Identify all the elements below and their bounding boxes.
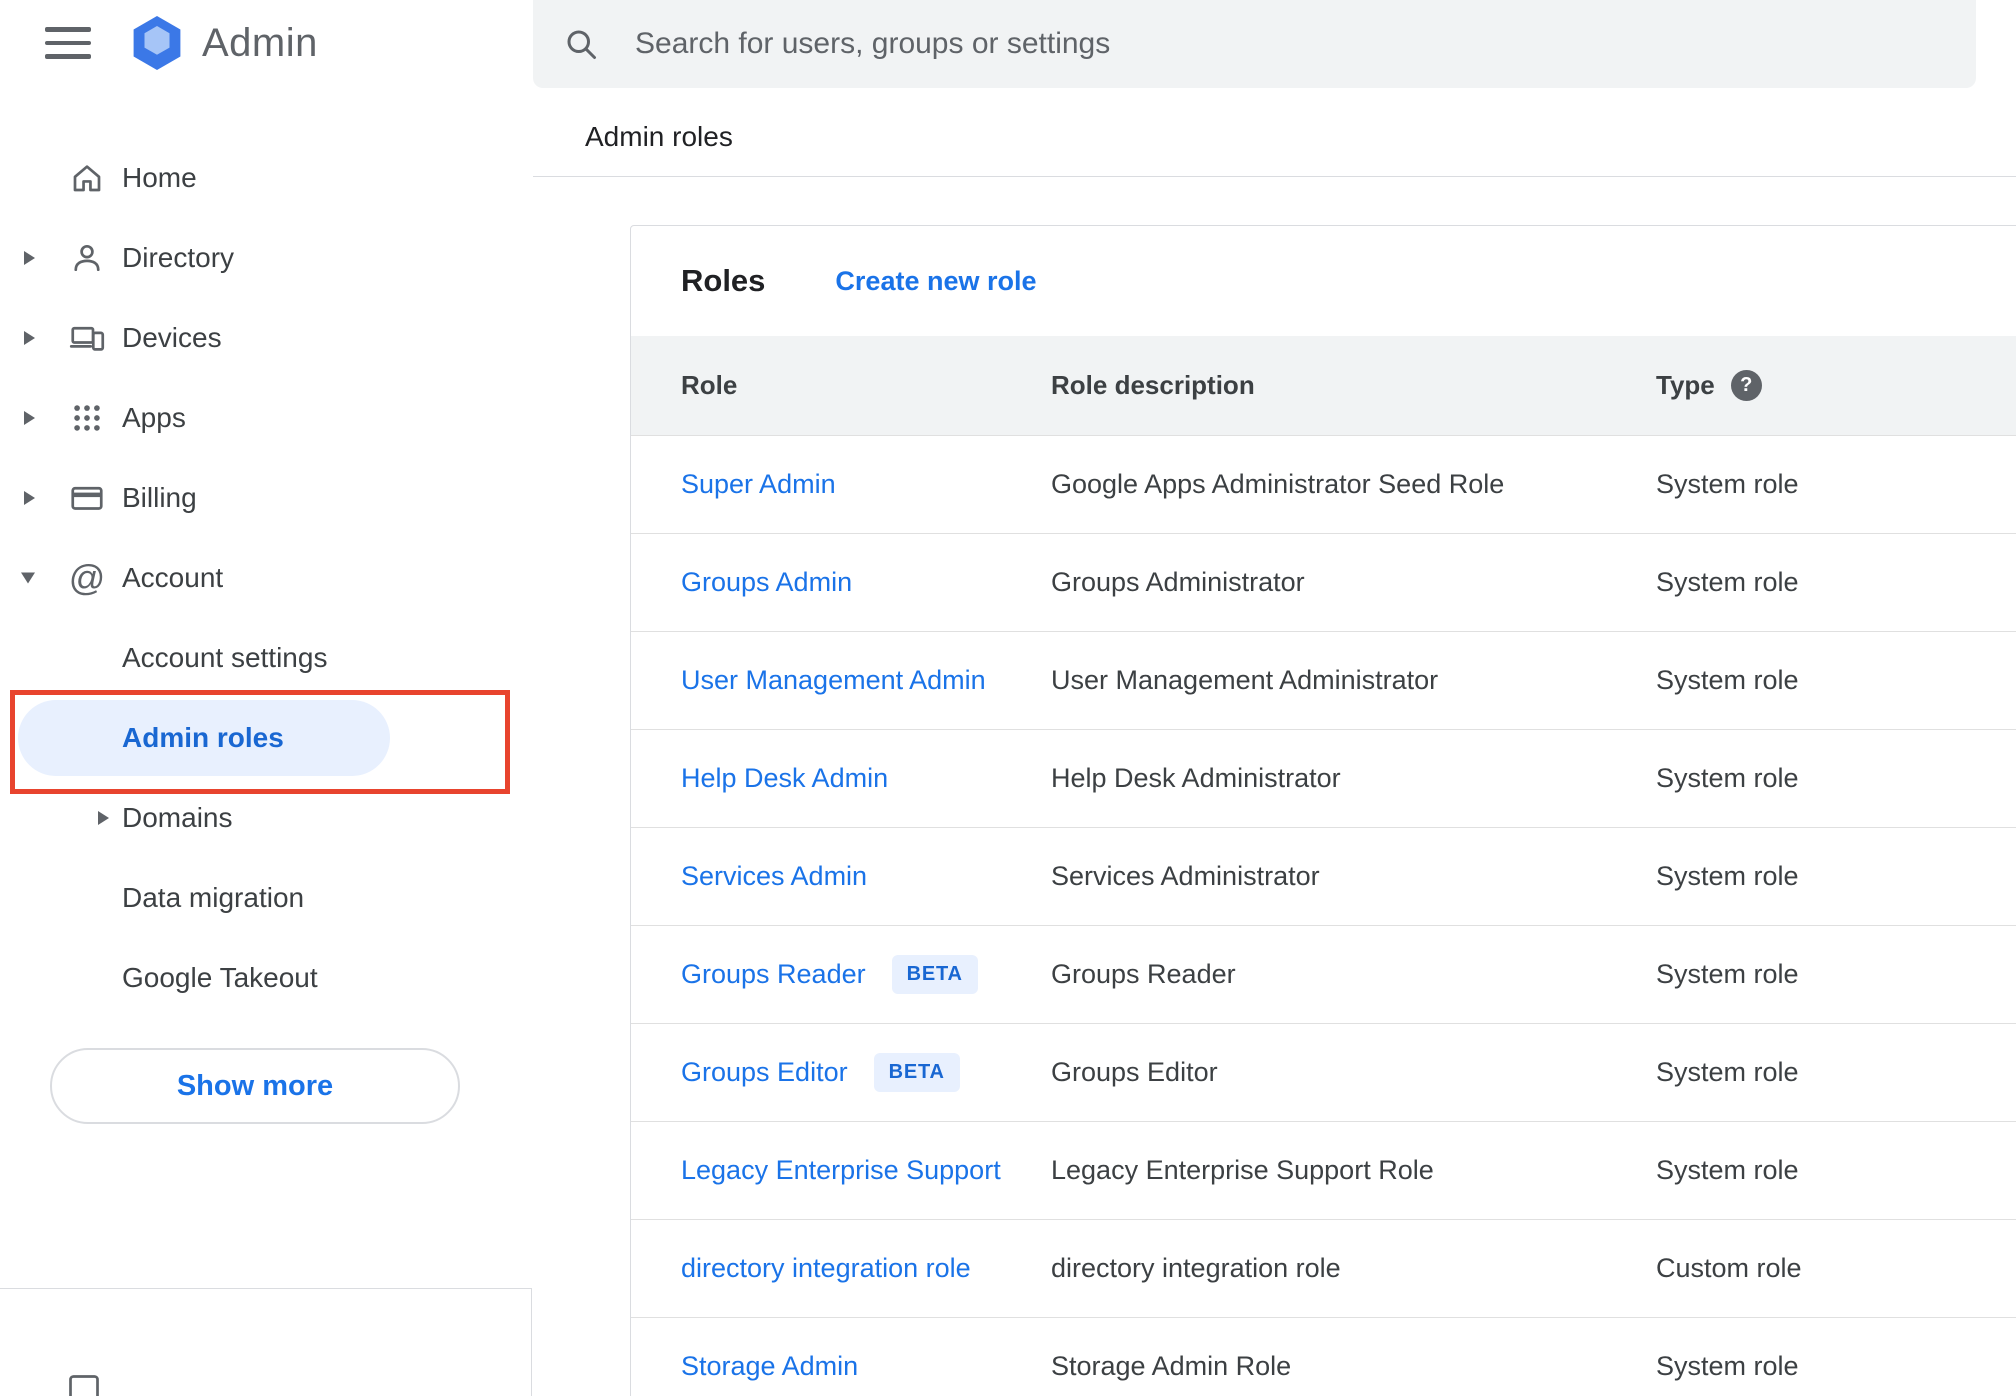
admin-console-page: Admin Admin roles Home Directory: [0, 0, 2016, 1396]
sidebar-item-account[interactable]: @ Account: [0, 538, 532, 618]
header-divider: [533, 176, 2016, 177]
partial-menu-icon: [66, 1372, 102, 1396]
at-icon: @: [68, 557, 106, 598]
breadcrumb: Admin roles: [585, 121, 733, 152]
search-bar: [533, 0, 1976, 88]
role-type: System role: [1656, 1155, 1799, 1185]
table-row: Services Admin Services Administrator Sy…: [631, 828, 2016, 926]
role-link[interactable]: Groups Editor: [681, 1057, 848, 1088]
beta-badge: BETA: [873, 1053, 960, 1092]
table-row: Groups Editor BETA Groups Editor System …: [631, 1024, 2016, 1122]
role-description: Legacy Enterprise Support Role: [1051, 1155, 1434, 1185]
role-description: Help Desk Administrator: [1051, 763, 1341, 793]
role-link[interactable]: directory integration role: [681, 1253, 971, 1284]
role-description: Google Apps Administrator Seed Role: [1051, 469, 1505, 499]
role-type: System role: [1656, 469, 1799, 499]
home-icon: [68, 159, 106, 197]
sidebar-item-apps[interactable]: Apps: [0, 378, 532, 458]
role-type: System role: [1656, 763, 1799, 793]
chevron-right-icon: [24, 491, 35, 505]
column-header-description: Role description: [1051, 370, 1255, 400]
role-type: System role: [1656, 861, 1799, 891]
chevron-right-icon: [24, 411, 35, 425]
sidebar-item-billing[interactable]: Billing: [0, 458, 532, 538]
sidebar-item-account-settings[interactable]: Account settings: [0, 618, 532, 698]
role-link[interactable]: Help Desk Admin: [681, 763, 888, 794]
chevron-down-icon: [21, 572, 35, 584]
admin-hexagon-logo-icon: [133, 16, 181, 70]
app-title: Admin: [202, 20, 318, 65]
role-link[interactable]: Groups Reader: [681, 959, 866, 990]
role-description: Storage Admin Role: [1051, 1351, 1292, 1381]
role-link[interactable]: Services Admin: [681, 861, 867, 892]
table-row: User Management Admin User Management Ad…: [631, 632, 2016, 730]
role-type: System role: [1656, 1057, 1799, 1087]
sidebar-item-google-takeout[interactable]: Google Takeout: [0, 938, 532, 1018]
apps-grid-icon: [68, 399, 106, 437]
role-type: System role: [1656, 1351, 1799, 1381]
table-row: Super Admin Google Apps Administrator Se…: [631, 436, 2016, 534]
role-description: Services Administrator: [1051, 861, 1320, 891]
table-row: Groups Admin Groups Administrator System…: [631, 534, 2016, 632]
top-left-brand: Admin: [0, 0, 532, 88]
role-link[interactable]: Legacy Enterprise Support: [681, 1155, 1001, 1186]
role-description: directory integration role: [1051, 1253, 1341, 1283]
menu-icon[interactable]: [45, 27, 91, 59]
sidebar-item-directory[interactable]: Directory: [0, 218, 532, 298]
sidebar: Home Directory Devices Apps Billing @ Ac…: [0, 138, 532, 1018]
role-description: User Management Administrator: [1051, 665, 1439, 695]
table-row: directory integration role directory int…: [631, 1220, 2016, 1318]
sidebar-item-home[interactable]: Home: [0, 138, 532, 218]
chevron-right-icon: [98, 811, 109, 825]
role-type: System role: [1656, 665, 1799, 695]
search-input[interactable]: [635, 27, 1946, 61]
sidebar-edge-divider: [531, 1288, 532, 1396]
column-header-type: Type ?: [1656, 370, 2016, 401]
chevron-right-icon: [24, 331, 35, 345]
role-description: Groups Editor: [1051, 1057, 1218, 1087]
beta-badge: BETA: [891, 955, 978, 994]
sidebar-item-admin-roles[interactable]: Admin roles: [0, 698, 532, 778]
roles-card-header: Roles Create new role: [631, 226, 2016, 336]
search-icon: [567, 30, 596, 59]
role-type: Custom role: [1656, 1253, 1802, 1283]
role-link[interactable]: Groups Admin: [681, 567, 852, 598]
role-type: System role: [1656, 959, 1799, 989]
devices-icon: [68, 319, 106, 357]
sidebar-bottom-divider: [0, 1288, 532, 1289]
role-description: Groups Reader: [1051, 959, 1236, 989]
person-icon: [68, 239, 106, 277]
roles-card: Roles Create new role Role Role descript…: [630, 225, 2016, 1396]
role-link[interactable]: Storage Admin: [681, 1351, 858, 1382]
chevron-right-icon: [24, 251, 35, 265]
create-new-role-link[interactable]: Create new role: [835, 266, 1036, 297]
table-row: Legacy Enterprise Support Legacy Enterpr…: [631, 1122, 2016, 1220]
table-row: Groups Reader BETA Groups Reader System …: [631, 926, 2016, 1024]
role-link[interactable]: Super Admin: [681, 469, 836, 500]
table-header-row: Role Role description Type ?: [631, 336, 2016, 436]
show-more-button[interactable]: Show more: [50, 1048, 460, 1124]
role-description: Groups Administrator: [1051, 567, 1305, 597]
column-header-role: Role: [681, 370, 738, 400]
sidebar-item-domains[interactable]: Domains: [0, 778, 532, 858]
table-body: Super Admin Google Apps Administrator Se…: [631, 436, 2016, 1396]
role-type: System role: [1656, 567, 1799, 597]
role-link[interactable]: User Management Admin: [681, 665, 986, 696]
table-row: Help Desk Admin Help Desk Administrator …: [631, 730, 2016, 828]
help-icon[interactable]: ?: [1730, 370, 1762, 401]
sidebar-item-data-migration[interactable]: Data migration: [0, 858, 532, 938]
app-logo: Admin: [128, 14, 318, 72]
sidebar-item-devices[interactable]: Devices: [0, 298, 532, 378]
table-row: Storage Admin Storage Admin Role System …: [631, 1318, 2016, 1396]
page-title: Roles: [681, 263, 766, 298]
billing-card-icon: [68, 479, 106, 517]
